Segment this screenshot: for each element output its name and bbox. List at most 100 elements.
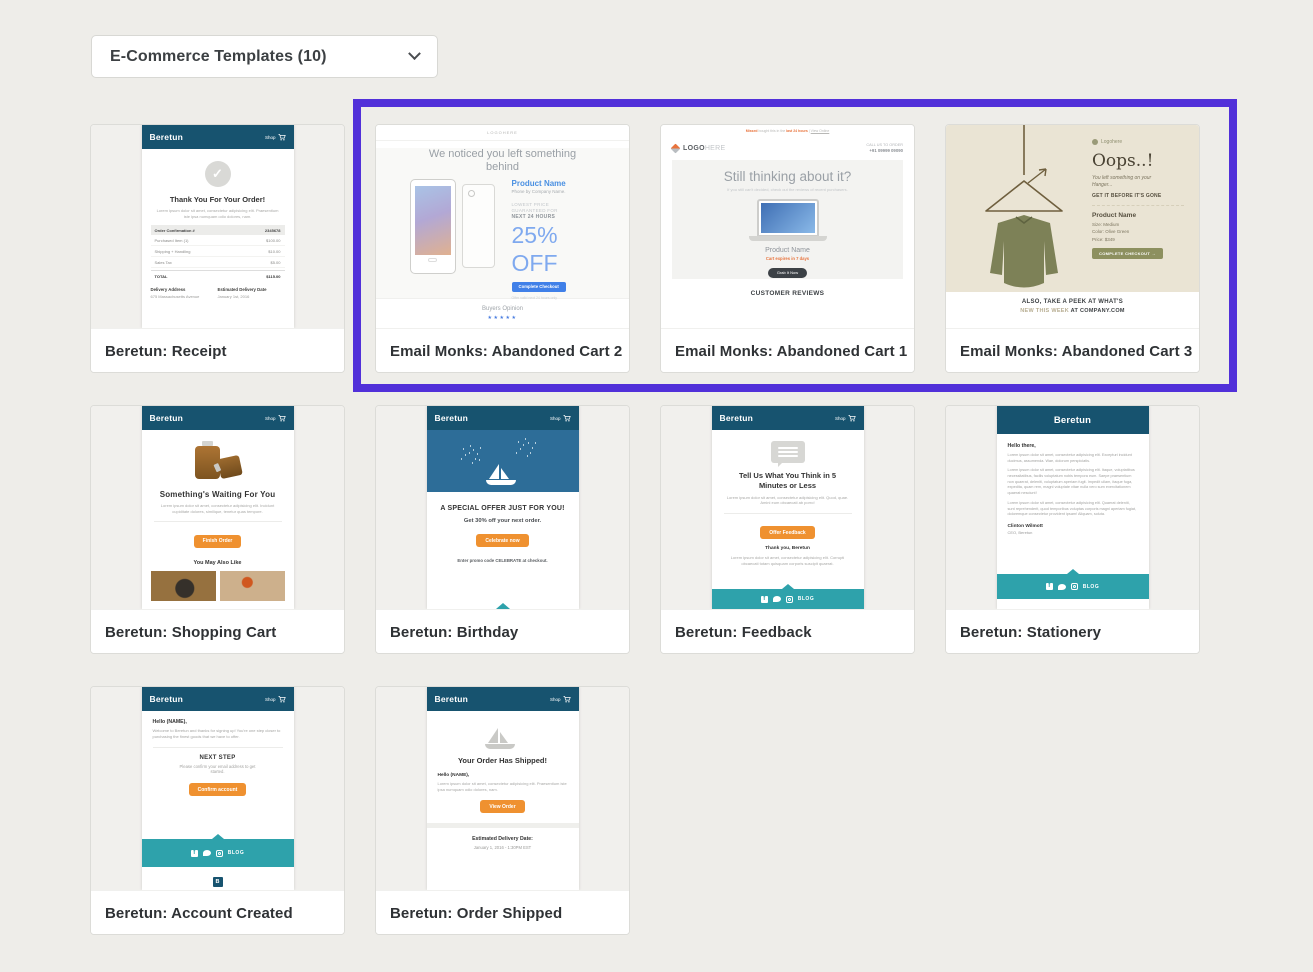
cart-icon <box>563 415 571 422</box>
email-thumbnail: Beretun Shop Something's Waiting For You… <box>142 406 294 609</box>
brand-logo: Beretun <box>435 694 469 704</box>
confirm-account-button: Confirm account <box>189 783 247 796</box>
phone-number: +91 09999 09090 <box>866 148 903 153</box>
laptop-illustration <box>757 199 819 241</box>
template-category-dropdown[interactable]: E-Commerce Templates (10) <box>91 35 438 78</box>
template-preview: Beretun Shop Your Order Has Shipped! Hel… <box>376 687 629 890</box>
email-footer: f BLOG <box>997 574 1149 599</box>
brand-logo: Beretun <box>150 694 184 704</box>
cart-icon <box>563 696 571 703</box>
template-card-abandoned-cart-2[interactable]: LOGOHERE We noticed you left something b… <box>375 124 630 373</box>
email-thumbnail: Beretun Shop ✓ Thank You For Your Order!… <box>142 125 294 328</box>
brand-logo: Beretun <box>150 132 184 142</box>
template-preview: Beretun Shop Tell Us What You Think in 5… <box>661 406 914 609</box>
template-card-beretun-stationery[interactable]: Beretun Hello there, Lorem ipsum dolor s… <box>945 405 1200 654</box>
discount-percent: 25% <box>512 224 598 247</box>
divider <box>154 521 282 522</box>
blog-label: BLOG <box>228 850 244 856</box>
logo-dot-icon <box>1092 139 1098 145</box>
sailboat-icon <box>485 723 521 749</box>
email-header: Beretun Shop <box>142 406 294 430</box>
offer-feedback-button: Offer Feedback <box>760 526 814 539</box>
cart-icon <box>848 415 856 422</box>
twitter-icon <box>203 850 211 856</box>
check-icon: ✓ <box>205 161 231 187</box>
shop-link: Shop <box>835 415 856 422</box>
view-online-link: View Online <box>811 129 830 133</box>
brand-logo: Beretun <box>435 413 469 423</box>
email-header: Beretun Shop <box>427 687 579 711</box>
divider <box>724 513 852 514</box>
email-header: Beretun Shop <box>712 406 864 430</box>
template-title-bar: Beretun: Receipt <box>91 328 344 373</box>
social-row: f BLOG <box>142 839 294 867</box>
fireworks-icon <box>469 452 471 454</box>
greeting: Hello (NAME), <box>142 719 294 725</box>
shop-link: Shop <box>550 415 571 422</box>
greeting: Hello there, <box>1008 443 1138 449</box>
flask-product-image <box>191 441 245 481</box>
hero-illustration <box>427 430 579 492</box>
twitter-icon <box>773 596 781 602</box>
template-preview: Beretun Shop A SPECIAL OFFER JUST FOR YO… <box>376 406 629 609</box>
template-card-abandoned-cart-3[interactable]: Logohere Oops..! You left something on y… <box>945 124 1200 373</box>
template-title-bar: Beretun: Order Shipped <box>376 890 629 935</box>
template-title-bar: Beretun: Stationery <box>946 609 1199 654</box>
social-row: f BLOG <box>712 589 864 609</box>
template-title: Beretun: Birthday <box>390 624 518 641</box>
blog-label: BLOG <box>1083 584 1099 590</box>
email-header: Beretun Shop <box>427 406 579 430</box>
template-title: Email Monks: Abandoned Cart 3 <box>960 343 1192 360</box>
divider <box>427 823 579 828</box>
celebrate-button: Celebrate now <box>476 534 528 547</box>
logo-row: LOGOHERE CALL US TO ORDER +91 09999 0909… <box>661 136 914 160</box>
email-heading: Your Order Has Shipped! <box>427 756 579 765</box>
template-title-bar: Beretun: Shopping Cart <box>91 609 344 654</box>
greeting: Hello (NAME), <box>427 773 579 778</box>
signature-name: Clinton Wilmott <box>1008 524 1138 529</box>
buyers-opinion-label: Buyers Opinion <box>376 299 629 312</box>
template-title-bar: Email Monks: Abandoned Cart 1 <box>661 328 914 373</box>
template-preview: Beretun Shop Something's Waiting For You… <box>91 406 344 609</box>
template-title: Beretun: Account Created <box>105 905 293 922</box>
email-header: Beretun Shop <box>142 125 294 149</box>
brand-logo: Beretun <box>720 413 754 423</box>
template-card-beretun-shopping-cart[interactable]: Beretun Shop Something's Waiting For You… <box>90 405 345 654</box>
logo-placeholder: LOGOHERE <box>376 125 629 141</box>
email-header: Beretun <box>997 406 1149 434</box>
email-heading: Thank You For Your Order! <box>142 195 294 204</box>
email-footer: f BLOG <box>712 589 864 609</box>
template-title-bar: Email Monks: Abandoned Cart 2 <box>376 328 629 373</box>
product-name: Product Name <box>512 179 598 188</box>
instagram-icon <box>1071 583 1078 590</box>
divider <box>1092 205 1184 206</box>
grab-it-button: Grab It Now <box>768 268 807 278</box>
email-thumbnail: Beretun Shop Hello (NAME), Welcome to Be… <box>142 687 294 890</box>
template-card-beretun-feedback[interactable]: Beretun Shop Tell Us What You Think in 5… <box>660 405 915 654</box>
template-card-abandoned-cart-1[interactable]: Missed bought this in the last 24 hours … <box>660 124 915 373</box>
speech-bubble-icon <box>771 441 805 463</box>
template-card-beretun-birthday[interactable]: Beretun Shop A SPECIAL OFFER JUST FOR YO… <box>375 405 630 654</box>
facebook-icon: f <box>1046 583 1053 590</box>
cart-icon <box>278 696 286 703</box>
email-body: We noticed you left something behind Pro… <box>376 148 629 298</box>
template-preview: LOGOHERE We noticed you left something b… <box>376 125 629 328</box>
instagram-icon <box>216 850 223 857</box>
blog-label: BLOG <box>798 596 814 602</box>
template-title: Beretun: Stationery <box>960 624 1101 641</box>
email-body-text: Lorem ipsum dolor sit amet, consectetur … <box>142 208 294 219</box>
hanger-shirt-illustration <box>954 125 1094 292</box>
email-heading: We noticed you left something behind <box>423 148 583 173</box>
template-card-beretun-receipt[interactable]: Beretun Shop ✓ Thank You For Your Order!… <box>90 124 345 373</box>
checkout-button: COMPLETE CHECKOUT → <box>1092 248 1163 259</box>
template-title: Email Monks: Abandoned Cart 2 <box>390 343 622 360</box>
template-card-beretun-order-shipped[interactable]: Beretun Shop Your Order Has Shipped! Hel… <box>375 686 630 935</box>
email-heading: Tell Us What You Think in 5 Minutes or L… <box>712 471 864 491</box>
facebook-icon: f <box>191 850 198 857</box>
customer-reviews-heading: CUSTOMER REVIEWS <box>661 290 914 297</box>
cart-icon <box>278 134 286 141</box>
template-card-beretun-account-created[interactable]: Beretun Shop Hello (NAME), Welcome to Be… <box>90 686 345 935</box>
shop-link: Shop <box>550 696 571 703</box>
facebook-icon: f <box>761 596 768 603</box>
signature-role: CEO, Beretun <box>1008 530 1138 535</box>
